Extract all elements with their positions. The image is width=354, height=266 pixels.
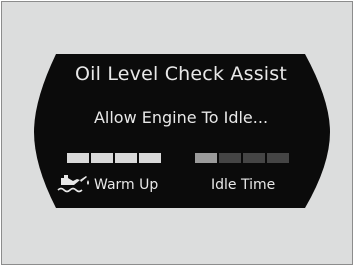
oil-can-icon: [57, 175, 89, 193]
warm-up-segment-1: [67, 153, 89, 163]
warm-up-label: Warm Up: [94, 177, 159, 193]
warm-up-segment-4: [139, 153, 161, 163]
display-screen: [34, 54, 330, 208]
warm-up-gauge: [67, 153, 163, 163]
display-title: Oil Level Check Assist: [74, 63, 288, 85]
idle-time-label: Idle Time: [211, 177, 276, 193]
idle-time-segment-2: [219, 153, 241, 163]
idle-time-gauge: [195, 153, 291, 163]
idle-time-segment-1: [195, 153, 217, 163]
idle-time-segment-3: [243, 153, 265, 163]
warm-up-segment-2: [91, 153, 113, 163]
status-message: Allow Engine To Idle...: [93, 108, 269, 127]
warm-up-segment-3: [115, 153, 137, 163]
idle-time-segment-4: [267, 153, 289, 163]
